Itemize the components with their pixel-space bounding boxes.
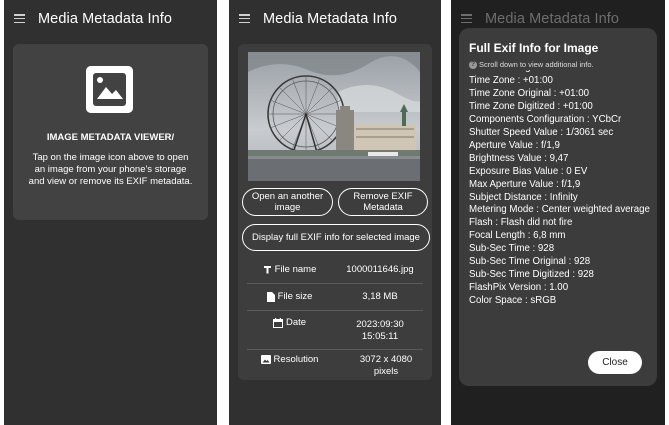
exif-line: Aperture Value : f/1,9 [469, 139, 560, 151]
screen-full-exif-dialog: Media Metadata Info Full Exif Info for I… [451, 0, 665, 425]
close-button[interactable]: Close [588, 351, 642, 374]
app-title: Media Metadata Info [263, 10, 398, 27]
calendar-icon [272, 317, 283, 328]
exif-line: Time Zone : +01:00 [469, 74, 553, 86]
exif-line: Max Aperture Value : f/1,9 [469, 178, 581, 190]
display-full-exif-button[interactable]: Display full EXIF info for selected imag… [242, 224, 430, 251]
screen-empty-state: Media Metadata Info IMAGE METADATA VIEWE… [4, 0, 217, 425]
text-icon [263, 266, 271, 274]
exif-line: Subject Distance : Infinity [469, 191, 578, 203]
date-value: 2023:09:30 15:05:11 [356, 319, 404, 342]
file-size-label: File size [277, 291, 313, 302]
exif-line: Exposure Bias Value : 0 EV [469, 165, 588, 177]
app-title: Media Metadata Info [485, 10, 620, 27]
open-another-image-button[interactable]: Open an another image [242, 188, 333, 216]
menu-icon[interactable] [239, 14, 250, 23]
exif-line: Time Zone Digitized : +01:00 [469, 100, 593, 112]
exif-info-list[interactable]: Date/Time Digitized : 2023:09:30 15:05:1… [469, 70, 655, 349]
scroll-hint-text: Scroll down to view additional info. [479, 60, 594, 69]
viewer-title: IMAGE METADATA VIEWER/ [46, 132, 175, 143]
date-row: Date 2023:09:30 15:05:11 [247, 311, 423, 350]
image-icon [260, 355, 271, 364]
exif-line: Metering Mode : Center weighted average [469, 204, 650, 216]
file-size-row: File size 3,18 MB [247, 284, 423, 311]
exif-line: Focal Length : 6,8 mm [469, 230, 566, 242]
exif-line: Time Zone Original : +01:00 [469, 87, 589, 99]
menu-icon [461, 14, 472, 23]
dialog-title: Full Exif Info for Image [469, 41, 599, 55]
exif-line: Brightness Value : 9,47 [469, 152, 569, 164]
help-icon: ? [469, 60, 477, 69]
remove-exif-button[interactable]: Remove EXIF Metadata [338, 188, 428, 216]
resolution-value: 3072 x 4080 pixels [359, 354, 413, 377]
menu-icon[interactable] [14, 14, 25, 23]
file-name-label: File name [274, 264, 317, 275]
app-bar: Media Metadata Info [4, 0, 217, 37]
file-size-value: 3,18 MB [362, 291, 398, 302]
exif-line: Flash : Flash did not fire [469, 217, 573, 229]
exif-line: Sub-Sec Time : 928 [469, 243, 555, 255]
file-name-value: 1000011646.jpg [346, 264, 414, 275]
exif-line: Color Space : sRGB [469, 295, 557, 307]
viewer-card: IMAGE METADATA VIEWER/ Tap on the image … [13, 44, 208, 220]
exif-line: Sub-Sec Time Digitized : 928 [469, 269, 594, 281]
selected-photo[interactable] [248, 52, 420, 181]
exif-dialog: Full Exif Info for Image ? Scroll down t… [459, 28, 657, 386]
image-card: Open an another image Remove EXIF Metada… [238, 44, 432, 380]
app-title: Media Metadata Info [38, 10, 173, 27]
image-picker-icon[interactable] [86, 66, 133, 113]
file-icon [266, 291, 275, 302]
exif-line: Components Configuration : YCbCr [469, 113, 622, 125]
exif-line: FlashPix Version : 1.00 [469, 282, 569, 294]
exif-line: Sub-Sec Time Original : 928 [469, 256, 591, 268]
scroll-hint: ? Scroll down to view additional info. [469, 60, 594, 69]
date-label: Date [285, 317, 307, 328]
app-bar: Media Metadata Info [229, 0, 441, 37]
exif-line: Shutter Speed Value : 1/3061 sec [469, 126, 614, 138]
instructions-text: Tap on the image icon above to open an i… [28, 152, 193, 187]
screen-image-loaded: Media Metadata Info Open an another imag… [229, 0, 441, 425]
file-name-row: File name 1000011646.jpg [247, 256, 423, 284]
resolution-row: Resolution 3072 x 4080 pixels [247, 350, 423, 380]
resolution-label: Resolution [273, 354, 319, 365]
